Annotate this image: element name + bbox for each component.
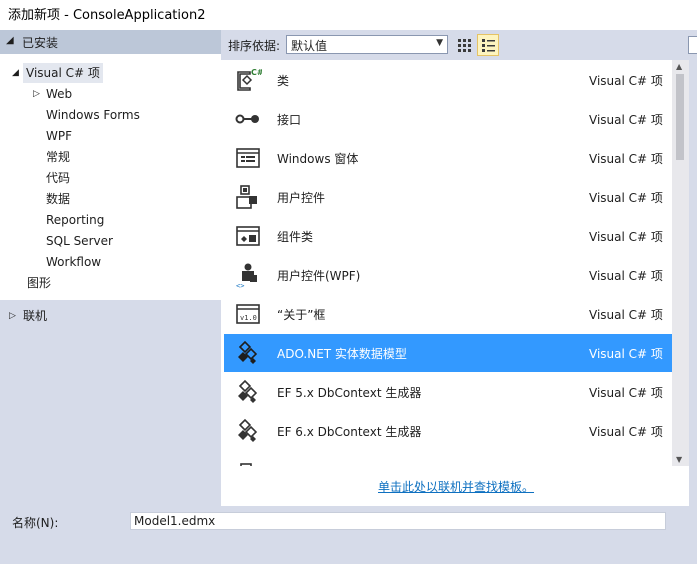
user-control-icon bbox=[236, 185, 257, 209]
list-view-button[interactable] bbox=[477, 34, 499, 56]
template-name: EF 5.x DbContext 生成器 bbox=[277, 386, 422, 400]
wpf-user-control-icon: <> bbox=[236, 263, 257, 289]
name-label: 名称(N): bbox=[12, 516, 59, 530]
scroll-down-icon[interactable]: ▼ bbox=[676, 455, 682, 464]
window-title: 添加新项 - ConsoleApplication2 bbox=[8, 8, 206, 23]
template-row-component-class[interactable]: 组件类 Visual C# 项 bbox=[224, 217, 672, 255]
title-bar: 添加新项 - ConsoleApplication2 bbox=[0, 0, 697, 30]
tree-item-graphics[interactable]: 图形 bbox=[27, 273, 51, 293]
dbcontext-generator-icon bbox=[238, 418, 258, 442]
template-type: Visual C# 项 bbox=[589, 347, 663, 361]
about-box-icon: v1.0 bbox=[236, 304, 260, 324]
tree-item-windows-forms[interactable]: Windows Forms bbox=[46, 105, 140, 125]
chevron-down-icon: ▼ bbox=[436, 38, 443, 48]
file-icon bbox=[240, 463, 252, 466]
installed-header[interactable]: ◢ 已安装 bbox=[0, 30, 221, 54]
template-row-wpf-user-control[interactable]: <> 用户控件(WPF) Visual C# 项 bbox=[224, 256, 672, 294]
installed-label: 已安装 bbox=[22, 36, 59, 50]
tree-item-code[interactable]: 代码 bbox=[46, 168, 70, 188]
collapsed-arrow-icon[interactable]: ▷ bbox=[33, 89, 40, 99]
template-name: 类 bbox=[277, 74, 290, 88]
template-type: Visual C# 项 bbox=[589, 191, 663, 205]
small-icons-view-button[interactable] bbox=[453, 34, 475, 56]
tree-item-workflow[interactable]: Workflow bbox=[46, 252, 101, 272]
tree-item-general[interactable]: 常规 bbox=[46, 147, 70, 167]
template-name: ADO.NET 实体数据模型 bbox=[277, 347, 407, 361]
dbcontext-generator-icon bbox=[238, 379, 258, 403]
class-icon: C# bbox=[237, 68, 262, 91]
category-tree: ◢ Visual C# 项 ▷ Web Windows Forms WPF 常规… bbox=[0, 54, 221, 300]
template-row-user-control[interactable]: 用户控件 Visual C# 项 bbox=[224, 178, 672, 216]
tree-item-web[interactable]: Web bbox=[46, 84, 72, 104]
sort-toolbar: 排序依据: 默认值 ▼ bbox=[221, 30, 697, 60]
template-row-ef6-dbcontext[interactable]: EF 6.x DbContext 生成器 Visual C# 项 bbox=[224, 412, 672, 450]
template-name: 用户控件 bbox=[277, 191, 326, 205]
template-row-about-box[interactable]: v1.0 “关于”框 Visual C# 项 bbox=[224, 295, 672, 333]
template-type: Visual C# 项 bbox=[589, 230, 663, 244]
template-name: 接口 bbox=[277, 113, 302, 127]
category-panel: ◢ 已安装 ◢ Visual C# 项 ▷ Web Windows Forms … bbox=[0, 30, 221, 506]
tree-item-sql-server[interactable]: SQL Server bbox=[46, 231, 113, 251]
list-view-icon bbox=[482, 39, 495, 52]
template-type: Visual C# 项 bbox=[589, 74, 663, 88]
name-input[interactable] bbox=[130, 512, 666, 530]
entity-model-icon bbox=[238, 340, 258, 364]
svg-text:<>: <> bbox=[236, 282, 244, 289]
template-row-interface[interactable]: 接口 Visual C# 项 bbox=[224, 100, 672, 138]
windows-form-icon bbox=[236, 148, 260, 168]
template-row-ef5-dbcontext[interactable]: EF 5.x DbContext 生成器 Visual C# 项 bbox=[224, 373, 672, 411]
sort-label: 排序依据: bbox=[228, 39, 281, 53]
name-area: 名称(N): bbox=[0, 506, 697, 564]
template-type: Visual C# 项 bbox=[589, 152, 663, 166]
template-type: Visual C# 项 bbox=[589, 308, 663, 322]
svg-text:v1.0: v1.0 bbox=[240, 314, 257, 322]
template-name: 组件类 bbox=[277, 230, 314, 244]
scroll-up-icon[interactable]: ▲ bbox=[676, 62, 682, 71]
scroll-thumb[interactable] bbox=[676, 74, 684, 160]
tree-item-data[interactable]: 数据 bbox=[46, 189, 70, 209]
template-name: 用户控件(WPF) bbox=[277, 269, 361, 283]
collapsed-arrow-icon: ▷ bbox=[9, 311, 16, 321]
tree-item-reporting[interactable]: Reporting bbox=[46, 210, 104, 230]
template-type: Visual C# 项 bbox=[589, 269, 663, 283]
template-row-windows-form[interactable]: Windows 窗体 Visual C# 项 bbox=[224, 139, 672, 177]
template-type: Visual C# 项 bbox=[589, 386, 663, 400]
sort-dropdown[interactable]: 默认值 ▼ bbox=[286, 35, 448, 54]
online-label: 联机 bbox=[23, 309, 48, 323]
interface-icon bbox=[235, 114, 259, 124]
online-search-link[interactable]: 单击此处以联机并查找模板。 bbox=[378, 478, 534, 495]
template-type: Visual C# 项 bbox=[589, 113, 663, 127]
sort-value: 默认值 bbox=[291, 39, 328, 53]
expand-arrow-icon[interactable]: ◢ bbox=[12, 68, 19, 78]
tree-item-wpf[interactable]: WPF bbox=[46, 126, 72, 146]
collapse-arrow-icon: ◢ bbox=[6, 35, 14, 46]
template-name: Windows 窗体 bbox=[277, 152, 359, 166]
svg-text:C#: C# bbox=[251, 68, 262, 77]
tree-item-online[interactable]: ▷ 联机 bbox=[0, 306, 221, 326]
tree-item-visual-csharp[interactable]: Visual C# 项 bbox=[23, 63, 103, 83]
template-name: EF 6.x DbContext 生成器 bbox=[277, 425, 422, 439]
template-name: “关于”框 bbox=[277, 308, 326, 322]
template-type: Visual C# 项 bbox=[589, 425, 663, 439]
template-row-partial[interactable] bbox=[224, 451, 672, 466]
template-row-ado-net-entity-model[interactable]: ADO.NET 实体数据模型 Visual C# 项 bbox=[224, 334, 672, 372]
template-list-scrollbar[interactable]: ▲ ▼ bbox=[672, 60, 689, 466]
online-link-area: 单击此处以联机并查找模板。 bbox=[221, 466, 689, 506]
search-input[interactable] bbox=[688, 36, 697, 54]
component-class-icon bbox=[236, 226, 260, 246]
template-list: C# 类 Visual C# 项 接口 Visual C# 项 Windows … bbox=[221, 60, 689, 466]
grid-view-icon bbox=[458, 39, 471, 52]
template-row-class[interactable]: C# 类 Visual C# 项 bbox=[224, 61, 672, 99]
